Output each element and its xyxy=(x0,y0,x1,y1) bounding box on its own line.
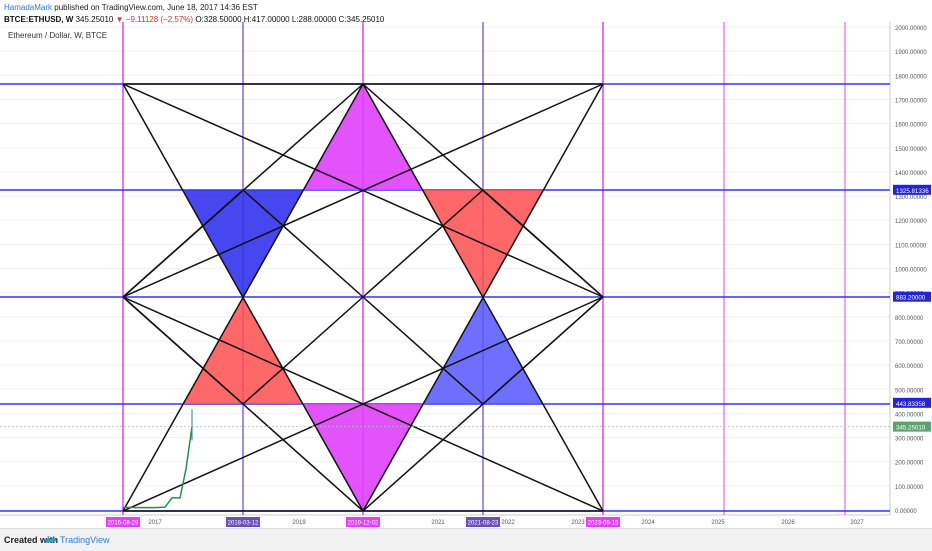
y-tick-label: 1400.00000 xyxy=(895,171,927,177)
y-tick-label: 0.00000 xyxy=(895,509,917,515)
y-tick-label: 200.00000 xyxy=(895,461,924,467)
x-tick-label: 2021 xyxy=(431,520,445,526)
y-tick-label: 800.00000 xyxy=(895,316,924,322)
y-tick-label: 500.00000 xyxy=(895,388,924,394)
tradingview-brand-link[interactable]: TradingView xyxy=(60,535,110,545)
y-tick-label: 1300.00000 xyxy=(895,195,927,201)
y-tick-label: 1200.00000 xyxy=(895,219,927,225)
triangle-magenta-bottom xyxy=(303,404,423,511)
x-tick-label: 2019 xyxy=(292,520,306,526)
x-tick-label: 2027 xyxy=(850,520,864,526)
y-tick-label: 2000.00000 xyxy=(895,26,927,32)
x-tick-label: 2024 xyxy=(641,520,655,526)
y-tick-label: 1500.00000 xyxy=(895,147,927,153)
date-highlight-label: 2016-08-29 xyxy=(108,521,139,527)
x-tick-label: 2025 xyxy=(711,520,725,526)
x-tick-label: 2022 xyxy=(501,520,515,526)
date-highlight-label: 2018-03-12 xyxy=(228,521,259,527)
y-tick-label: 1600.00000 xyxy=(895,123,927,129)
x-tick-label: 2017 xyxy=(148,520,162,526)
date-highlight-label: 2021-08-23 xyxy=(468,521,499,527)
price-level-label: 883.20000 xyxy=(896,295,926,302)
y-tick-label: 400.00000 xyxy=(895,412,924,418)
publication-line: HamadaMark published on TradingView.com,… xyxy=(4,3,258,12)
y-tick-label: 100.00000 xyxy=(895,485,924,491)
last-price-label: 345.25010 xyxy=(896,425,926,432)
price-level-label: 443.83358 xyxy=(896,401,926,408)
published-text: published on TradingView.com, June 18, 2… xyxy=(54,3,258,12)
author-link[interactable]: HamadaMark xyxy=(4,3,52,12)
date-highlight-label: 2019-12-02 xyxy=(348,521,379,527)
date-highlight-label: 2023-05-15 xyxy=(588,521,619,527)
y-tick-label: 1700.00000 xyxy=(895,98,927,104)
y-tick-label: 1800.00000 xyxy=(895,74,927,80)
y-tick-label: 1100.00000 xyxy=(895,243,927,249)
y-tick-label: 300.00000 xyxy=(895,437,924,443)
y-tick-label: 700.00000 xyxy=(895,340,924,346)
y-tick-label: 1000.00000 xyxy=(895,268,927,274)
y-tick-label: 1900.00000 xyxy=(895,50,927,56)
x-tick-label: 2026 xyxy=(781,520,795,526)
chart-canvas[interactable]: 0.00000 100.00000 200.00000 300.00000 400.00… xyxy=(0,22,932,528)
price-level-label: 1325.81336 xyxy=(896,188,929,195)
x-tick-label: 2023 xyxy=(571,520,585,526)
y-tick-label: 600.00000 xyxy=(895,364,924,370)
tradingview-logo-icon xyxy=(45,537,57,543)
footer-bar: Created with TradingView xyxy=(0,528,932,551)
